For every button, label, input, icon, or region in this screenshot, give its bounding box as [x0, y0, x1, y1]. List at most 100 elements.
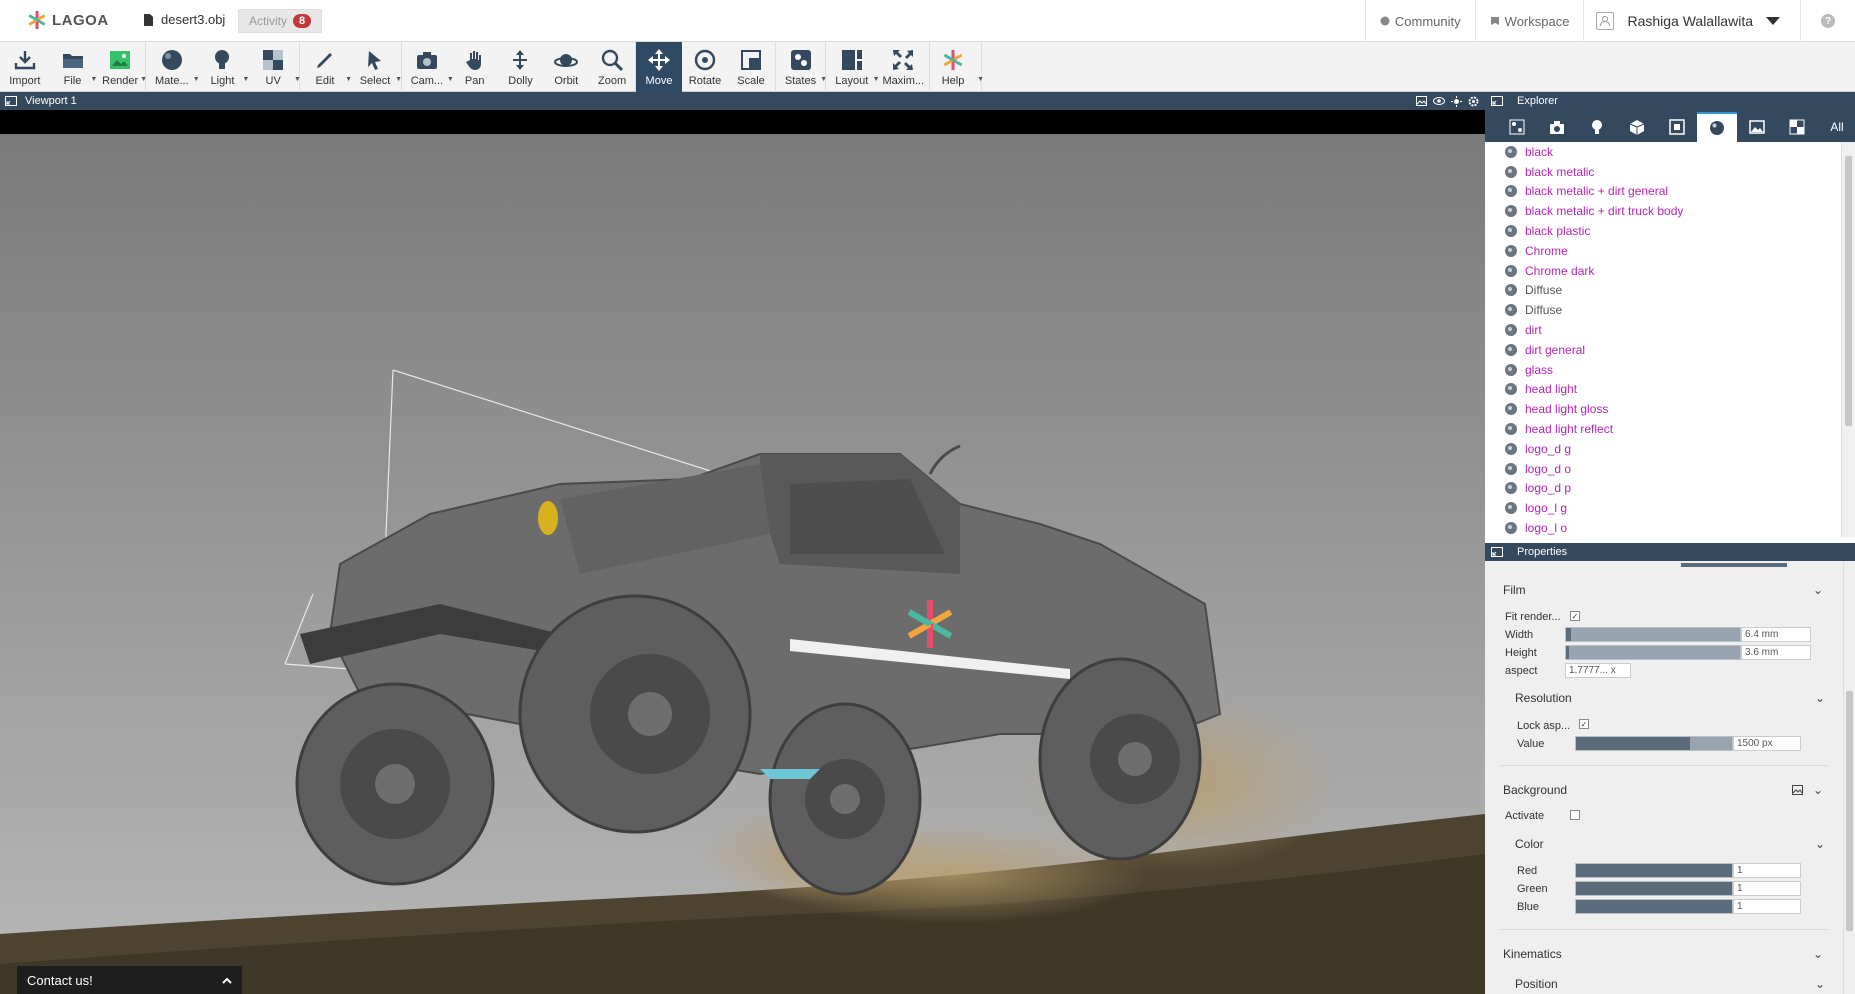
- scrollbar-thumb[interactable]: [1845, 156, 1852, 426]
- tab-objects[interactable]: [1617, 112, 1657, 142]
- dolly-button[interactable]: Dolly: [498, 42, 544, 92]
- tab-all[interactable]: All: [1819, 112, 1855, 142]
- pan-button[interactable]: Pan: [452, 42, 498, 92]
- blue-value[interactable]: 1: [1733, 899, 1801, 914]
- material-list-item[interactable]: logo_d o: [1487, 459, 1839, 479]
- material-list-item[interactable]: Chrome: [1487, 241, 1839, 261]
- material-button[interactable]: Mate... ▼: [146, 42, 200, 92]
- height-slider[interactable]: [1565, 645, 1741, 660]
- resolution-value[interactable]: 1500 px: [1733, 736, 1801, 751]
- red-value[interactable]: 1: [1733, 863, 1801, 878]
- explorer-scrollbar[interactable]: [1841, 142, 1855, 537]
- activity-button[interactable]: Activity 8: [238, 9, 323, 33]
- material-list-item[interactable]: Diffuse: [1487, 281, 1839, 301]
- green-slider[interactable]: [1575, 881, 1733, 896]
- material-list-item[interactable]: logo_d g: [1487, 439, 1839, 459]
- fit-render-checkbox[interactable]: ✓: [1570, 611, 1580, 621]
- states-button[interactable]: States ▼: [776, 42, 827, 92]
- green-label: Green: [1517, 883, 1548, 895]
- material-list-item[interactable]: Diffuse: [1487, 300, 1839, 320]
- properties-scrollbar[interactable]: [1843, 561, 1855, 994]
- viewport-3d[interactable]: Contact us!: [0, 110, 1485, 994]
- tab-groups[interactable]: [1657, 112, 1697, 142]
- orbit-button[interactable]: Orbit: [543, 42, 589, 92]
- resolution-slider[interactable]: [1575, 736, 1733, 751]
- community-link[interactable]: Community: [1364, 0, 1475, 42]
- material-list-item[interactable]: black metalic + dirt truck body: [1487, 201, 1839, 221]
- rotate-icon: [694, 49, 716, 71]
- lagoa-logo[interactable]: LAGOA: [26, 9, 109, 31]
- green-value[interactable]: 1: [1733, 881, 1801, 896]
- move-button[interactable]: Move: [636, 42, 682, 92]
- import-button[interactable]: Import: [0, 42, 50, 92]
- help-menu-button[interactable]: Help ▼: [930, 42, 984, 92]
- material-list-item[interactable]: glass: [1487, 360, 1839, 380]
- material-list-item[interactable]: head light: [1487, 380, 1839, 400]
- tab-scene[interactable]: [1497, 112, 1537, 142]
- material-list-item[interactable]: Chrome dark: [1487, 261, 1839, 281]
- rotate-button[interactable]: Rotate: [682, 42, 728, 92]
- select-button[interactable]: Select ▼: [350, 42, 402, 92]
- zoom-button[interactable]: Zoom: [589, 42, 635, 92]
- film-section-header[interactable]: Film ⌄: [1503, 583, 1823, 597]
- resolution-section-header[interactable]: Resolution ⌄: [1515, 691, 1825, 705]
- background-section-header[interactable]: Background ⌄: [1503, 783, 1823, 797]
- add-image-icon[interactable]: [1791, 785, 1803, 795]
- panel-toggle-icon[interactable]: [1491, 96, 1503, 106]
- material-list-item[interactable]: logo_d p: [1487, 479, 1839, 499]
- color-section-header[interactable]: Color ⌄: [1515, 837, 1825, 851]
- width-slider[interactable]: [1565, 627, 1741, 642]
- file-button[interactable]: File ▼: [50, 42, 97, 92]
- material-name: glass: [1525, 362, 1554, 377]
- material-list-item[interactable]: dirt: [1487, 320, 1839, 340]
- maximize-button[interactable]: Maxim...: [878, 42, 930, 92]
- eye-icon[interactable]: [1433, 96, 1445, 106]
- tab-uv[interactable]: [1777, 112, 1817, 142]
- scene-render[interactable]: [0, 134, 1485, 994]
- document-title[interactable]: desert3.obj: [143, 12, 225, 27]
- scrollbar-thumb[interactable]: [1846, 691, 1853, 931]
- material-list-item[interactable]: black metalic + dirt general: [1487, 182, 1839, 202]
- lock-aspect-checkbox[interactable]: ✓: [1579, 719, 1589, 729]
- height-value[interactable]: 3.6 mm: [1741, 645, 1811, 660]
- gear-icon[interactable]: [1468, 96, 1479, 107]
- image-icon[interactable]: [1416, 96, 1427, 106]
- help-button[interactable]: ?: [1800, 0, 1855, 42]
- width-value[interactable]: 6.4 mm: [1741, 627, 1811, 642]
- scale-button[interactable]: Scale: [728, 42, 774, 92]
- red-slider[interactable]: [1575, 863, 1733, 878]
- camera-button[interactable]: Cam... ▼: [402, 42, 454, 92]
- material-list-item[interactable]: logo_l g: [1487, 498, 1839, 518]
- material-list-item[interactable]: black metalic: [1487, 162, 1839, 182]
- tab-textures[interactable]: [1737, 112, 1777, 142]
- material-list-item[interactable]: logo_l o: [1487, 518, 1839, 537]
- tab-cameras[interactable]: [1537, 112, 1577, 142]
- render-button[interactable]: Render ▼: [95, 42, 147, 92]
- sun-icon[interactable]: [1451, 95, 1462, 107]
- edit-button[interactable]: Edit ▼: [300, 42, 352, 92]
- material-list-item[interactable]: head light gloss: [1487, 399, 1839, 419]
- explorer-tabs: All: [1485, 110, 1855, 142]
- layout-button[interactable]: Layout ▼: [826, 42, 880, 92]
- blue-slider[interactable]: [1575, 899, 1733, 914]
- activate-checkbox[interactable]: [1570, 810, 1580, 820]
- panel-toggle-icon[interactable]: [5, 96, 17, 106]
- uv-button[interactable]: UV ▼: [247, 42, 301, 92]
- material-name: logo_l g: [1525, 501, 1568, 516]
- light-button[interactable]: Light ▼: [198, 42, 249, 92]
- material-list-item[interactable]: black plastic: [1487, 221, 1839, 241]
- tab-lights[interactable]: [1577, 112, 1617, 142]
- aspect-value[interactable]: 1.7777... x: [1565, 663, 1631, 678]
- user-menu[interactable]: Rashiga Walallawita: [1583, 0, 1800, 42]
- material-list-item[interactable]: dirt general: [1487, 340, 1839, 360]
- help-label: Help: [941, 75, 965, 87]
- panel-toggle-icon[interactable]: [1491, 547, 1503, 557]
- tab-materials[interactable]: [1697, 112, 1737, 142]
- move-arrows-icon: [648, 49, 670, 71]
- workspace-link[interactable]: Workspace: [1474, 0, 1584, 42]
- material-list-item[interactable]: black: [1487, 142, 1839, 162]
- contact-us-bar[interactable]: Contact us!: [17, 966, 242, 994]
- kinematics-section-header[interactable]: Kinematics ⌄: [1503, 947, 1823, 961]
- position-section-header[interactable]: Position ⌄: [1515, 977, 1825, 991]
- material-list-item[interactable]: head light reflect: [1487, 419, 1839, 439]
